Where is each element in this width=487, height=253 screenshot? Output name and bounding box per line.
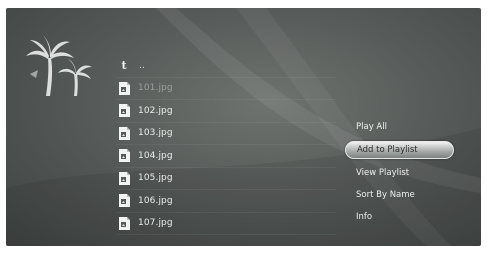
file-row[interactable]: 105.jpg (116, 168, 336, 190)
menu-item-label: Sort By Name (356, 190, 415, 200)
jpg-file-icon (119, 81, 130, 95)
menu-item-label: Play All (356, 122, 387, 132)
file-row[interactable]: 101.jpg (116, 78, 336, 100)
file-name: 103.jpg (138, 128, 173, 139)
menu-item-info[interactable]: Info (344, 206, 454, 228)
file-row[interactable]: 102.jpg (116, 100, 336, 123)
file-row[interactable]: 107.jpg (116, 213, 336, 235)
menu-item-view-playlist[interactable]: View Playlist (344, 162, 454, 184)
file-name: 107.jpg (138, 218, 173, 229)
jpg-file-icon (119, 104, 130, 118)
media-browser-screen: t .. 101.jpg 102.jpg 103.jpg 104.jpg 105… (6, 8, 481, 246)
menu-item-add-to-playlist[interactable]: Add to Playlist (345, 141, 454, 159)
menu-item-label: Add to Playlist (357, 145, 418, 155)
menu-item-label: View Playlist (356, 168, 410, 178)
menu-item-sort-by-name[interactable]: Sort By Name (344, 184, 454, 206)
jpg-file-icon (119, 126, 130, 140)
jpg-file-icon (119, 171, 130, 185)
file-list: t .. 101.jpg 102.jpg 103.jpg 104.jpg 105… (116, 55, 336, 235)
file-name: 104.jpg (138, 150, 173, 161)
file-name: 102.jpg (138, 105, 173, 116)
menu-item-label: Info (356, 212, 373, 222)
jpg-file-icon (119, 194, 130, 208)
up-arrow-icon: t (121, 59, 127, 73)
context-menu: Play All Add to Playlist View Playlist S… (344, 116, 454, 228)
file-name: 101.jpg (138, 83, 173, 94)
file-row[interactable]: 103.jpg (116, 123, 336, 145)
file-row[interactable]: 106.jpg (116, 190, 336, 213)
file-name: 106.jpg (138, 195, 173, 206)
palm-tree-logo (26, 34, 92, 96)
file-name: 105.jpg (138, 173, 173, 184)
file-row[interactable]: 104.jpg (116, 145, 336, 168)
menu-item-play-all[interactable]: Play All (344, 116, 454, 138)
parent-folder-label: .. (139, 60, 145, 71)
jpg-file-icon (119, 216, 130, 230)
parent-folder-row[interactable]: t .. (116, 55, 336, 78)
jpg-file-icon (119, 149, 130, 163)
